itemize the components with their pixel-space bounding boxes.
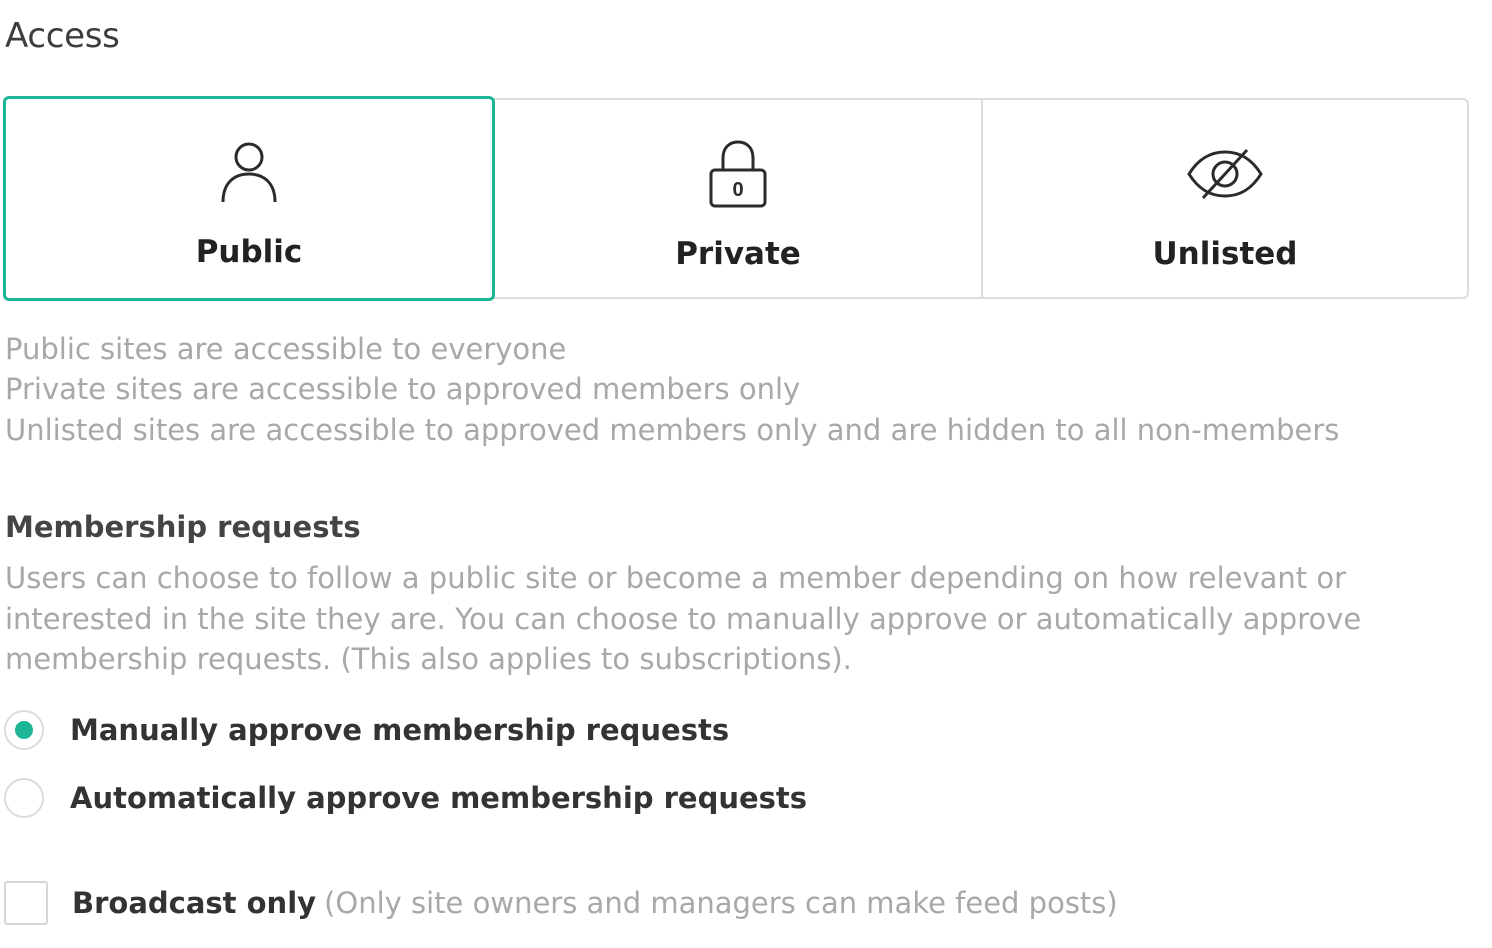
radio-auto-approve[interactable]: Automatically approve membership request… <box>4 775 807 821</box>
access-description-public: Public sites are accessible to everyone <box>5 332 567 366</box>
lock-icon-text: 0 <box>732 179 743 201</box>
access-option-public[interactable]: Public <box>3 96 495 301</box>
broadcast-only-label: Broadcast only <box>72 886 317 920</box>
radio-button[interactable] <box>4 710 44 750</box>
broadcast-only-hint: (Only site owners and managers can make … <box>324 886 1118 920</box>
access-description-unlisted: Unlisted sites are accessible to approve… <box>5 413 1340 447</box>
access-description-private: Private sites are accessible to approved… <box>5 372 801 406</box>
access-option-label: Private <box>675 236 801 272</box>
radio-label: Automatically approve membership request… <box>70 781 808 815</box>
broadcast-only-option[interactable]: Broadcast only (Only site owners and man… <box>4 880 1118 926</box>
access-option-private[interactable]: 0 Private <box>493 100 981 297</box>
membership-requests-description: Users can choose to follow a public site… <box>5 561 1362 676</box>
radio-manual-approve[interactable]: Manually approve membership requests <box>4 707 729 753</box>
access-option-unlisted[interactable]: Unlisted <box>981 100 1467 297</box>
access-option-label: Public <box>195 234 303 270</box>
access-title: Access <box>5 16 120 56</box>
person-icon <box>209 136 289 208</box>
access-option-label: Unlisted <box>1152 236 1298 272</box>
membership-requests-heading: Membership requests <box>5 510 361 544</box>
eye-slash-icon <box>1185 138 1265 210</box>
lock-icon: 0 <box>698 138 778 210</box>
access-options: Public 0 Private Unlisted <box>3 96 1469 301</box>
broadcast-only-checkbox[interactable] <box>4 881 48 925</box>
radio-button[interactable] <box>4 778 44 818</box>
radio-label: Manually approve membership requests <box>70 713 730 747</box>
